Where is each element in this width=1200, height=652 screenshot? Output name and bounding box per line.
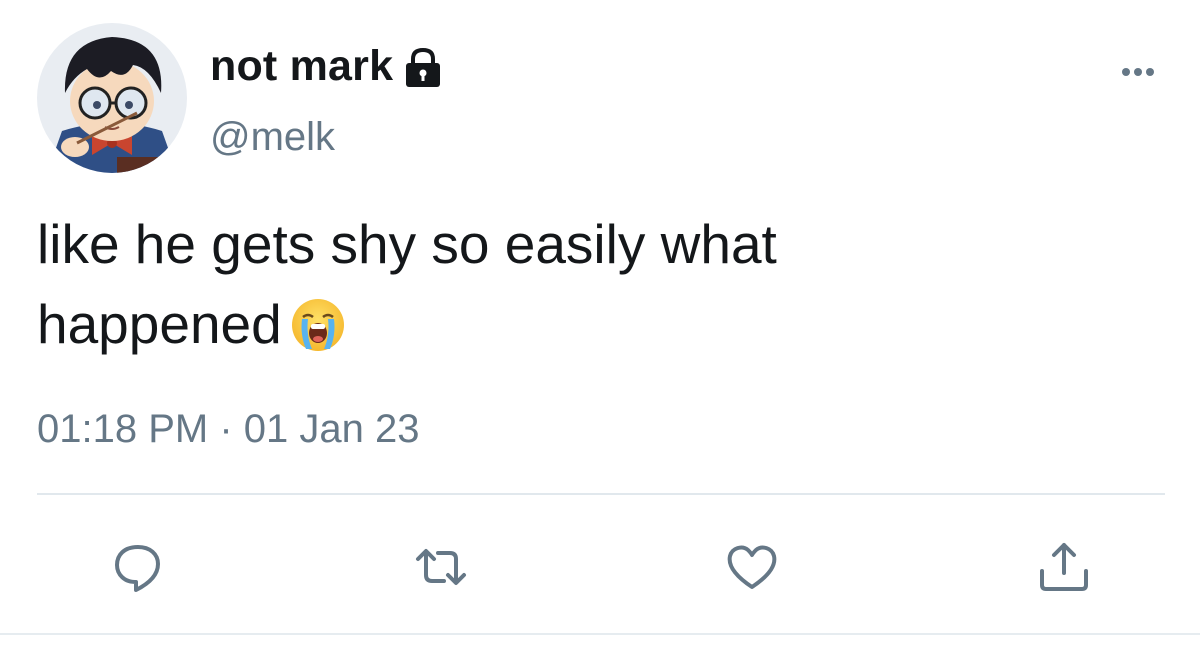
tweet-date: 01 Jan 23 xyxy=(243,407,420,451)
loudly-crying-face-icon xyxy=(290,294,346,351)
retweet-icon xyxy=(411,537,471,597)
timestamp-separator: · xyxy=(219,407,233,451)
reply-icon xyxy=(108,537,168,597)
reply-button[interactable] xyxy=(108,537,168,597)
tweet-text: like he gets shy so easily what happened xyxy=(37,204,1157,364)
avatar[interactable] xyxy=(37,23,187,173)
share-icon xyxy=(1034,537,1094,597)
tweet-timestamp[interactable]: 01:18 PM · 01 Jan 23 xyxy=(37,407,420,452)
display-name[interactable]: not mark xyxy=(210,42,393,91)
author-name-row[interactable]: not mark xyxy=(210,38,445,94)
lock-icon xyxy=(401,46,445,90)
like-button[interactable] xyxy=(722,537,782,597)
share-button[interactable] xyxy=(1034,537,1094,597)
user-handle[interactable]: @melk xyxy=(210,115,335,160)
tweet-time: 01:18 PM xyxy=(37,407,209,451)
avatar-image xyxy=(37,23,187,173)
divider xyxy=(37,493,1165,495)
tweet-text-line-2-text: happened xyxy=(37,293,282,355)
tweet-text-line-1: like he gets shy so easily what xyxy=(37,213,777,275)
retweet-button[interactable] xyxy=(411,537,471,597)
tweet-text-line-2: happened xyxy=(37,284,1157,364)
bottom-divider xyxy=(0,633,1200,635)
more-options-icon[interactable] xyxy=(1118,60,1158,84)
heart-icon xyxy=(722,537,782,597)
